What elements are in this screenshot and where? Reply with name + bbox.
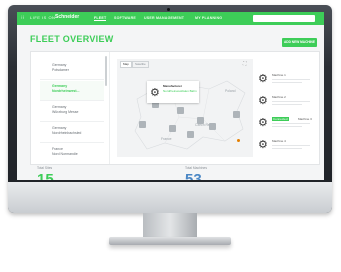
machine-item[interactable]: ⚙ Machine 4 bbox=[258, 138, 316, 155]
site-list-item[interactable]: France Nord Normandie bbox=[40, 144, 104, 163]
map-marker[interactable] bbox=[233, 111, 240, 118]
machine-item[interactable]: ⚙ Machine 1 bbox=[258, 72, 316, 89]
machine-item[interactable]: ⚙ Machine 2 bbox=[258, 94, 316, 111]
site-list: Germany Potsdamer Germany Nordrheinwest.… bbox=[31, 52, 110, 164]
site-country: Germany bbox=[52, 63, 67, 67]
tab-map[interactable]: Map bbox=[120, 61, 132, 68]
placeholder-line bbox=[272, 79, 310, 81]
placeholder-line bbox=[272, 104, 302, 106]
site-list-item-selected[interactable]: Germany Nordrheinwest... bbox=[40, 81, 104, 101]
placeholder-line bbox=[272, 123, 310, 125]
grid-icon[interactable]: ⁝⁝ bbox=[21, 15, 24, 21]
machine-list: ⚙ Machine 1 ⚙ Machine 2 ⚙ Connected Mach… bbox=[254, 52, 319, 164]
divider bbox=[30, 164, 318, 165]
webcam bbox=[167, 8, 170, 11]
map-popup[interactable]: ⚙ Manufacturer Nordrheinwestfalen Bahn bbox=[147, 81, 199, 103]
schneider-logo[interactable]: Schneider bbox=[55, 14, 79, 20]
map-label-france: France bbox=[161, 137, 172, 141]
gear-icon: ⚙ bbox=[258, 117, 268, 129]
total-sites-label: Total Sites bbox=[37, 166, 53, 170]
nav-user-management[interactable]: USER MANAGEMENT bbox=[144, 16, 184, 20]
map-marker[interactable] bbox=[139, 121, 146, 128]
monitor-chin bbox=[8, 182, 332, 213]
brand-text: LIFE IS ON bbox=[30, 15, 56, 20]
page-title: FLEET OVERVIEW bbox=[30, 34, 114, 44]
placeholder-line bbox=[272, 82, 302, 84]
site-list-item[interactable]: Germany Würzburg Messe bbox=[40, 102, 104, 122]
gear-icon: ⚙ bbox=[258, 139, 268, 151]
site-list-item[interactable]: Germany Nordrheinbachsled bbox=[40, 123, 104, 143]
monitor-stand-base bbox=[109, 237, 231, 245]
fleet-panel: Germany Potsdamer Germany Nordrheinwest.… bbox=[30, 51, 320, 165]
popup-subtitle: Nordrheinwestfalen Bahn bbox=[163, 89, 197, 93]
fullscreen-icon[interactable]: ⛶ bbox=[243, 61, 247, 67]
placeholder-line bbox=[272, 148, 302, 150]
gear-icon: ⚙ bbox=[258, 73, 268, 85]
machine-name: Machine 1 bbox=[272, 73, 286, 77]
scrollbar[interactable] bbox=[105, 56, 107, 86]
site-name: Nordrheinbachsled bbox=[52, 131, 82, 135]
map-marker[interactable] bbox=[187, 131, 194, 138]
placeholder-line bbox=[272, 101, 310, 103]
site-country: Germany bbox=[52, 105, 67, 109]
machine-name: Machine 3 bbox=[298, 117, 312, 121]
gear-icon: ⚙ bbox=[150, 87, 160, 99]
machine-name: Machine 4 bbox=[272, 139, 286, 143]
placeholder-line bbox=[272, 145, 310, 147]
total-machines-value: 53 bbox=[185, 171, 202, 180]
popup-title: Manufacturer bbox=[163, 84, 183, 88]
monitor-stand-neck bbox=[143, 213, 197, 239]
total-sites-value: 15 bbox=[37, 171, 54, 180]
map-view[interactable]: Map Satellite ⛶ Poland Czech Rep. France bbox=[117, 59, 253, 157]
map-marker[interactable] bbox=[197, 117, 204, 124]
site-name: Nord Normandie bbox=[52, 152, 78, 156]
map-outline bbox=[134, 80, 246, 150]
total-machines-label: Total Machines bbox=[185, 166, 207, 170]
nav-software[interactable]: SOFTWARE bbox=[114, 16, 136, 20]
app-screen: ⁝⁝ LIFE IS ON Schneider FLEET SOFTWARE U… bbox=[17, 12, 324, 180]
map-marker[interactable] bbox=[169, 125, 176, 132]
add-machine-button[interactable]: ADD NEW MACHINE bbox=[282, 38, 317, 47]
nav-my-planning[interactable]: MY PLANNING bbox=[195, 16, 222, 20]
site-country: Germany bbox=[52, 126, 67, 130]
top-nav-bar: ⁝⁝ LIFE IS ON Schneider FLEET SOFTWARE U… bbox=[17, 12, 324, 25]
map-label-poland: Poland bbox=[225, 89, 236, 93]
tab-satellite[interactable]: Satellite bbox=[132, 61, 149, 68]
gear-icon: ⚙ bbox=[258, 95, 268, 107]
machine-name: Machine 2 bbox=[272, 95, 286, 99]
site-name: Würzburg Messe bbox=[52, 110, 79, 114]
map-marker-alert[interactable] bbox=[237, 139, 240, 142]
map-marker[interactable] bbox=[209, 123, 216, 130]
nav-fleet[interactable]: FLEET bbox=[94, 16, 107, 21]
map-marker[interactable] bbox=[177, 107, 184, 114]
site-country: Germany bbox=[52, 84, 68, 88]
machine-item[interactable]: ⚙ Connected Machine 3 bbox=[258, 116, 316, 133]
site-name: Potsdamer bbox=[52, 68, 69, 72]
status-badge: Connected bbox=[272, 117, 289, 121]
search-input[interactable] bbox=[253, 15, 315, 22]
site-list-item[interactable]: Germany Potsdamer bbox=[40, 60, 104, 80]
placeholder-line bbox=[272, 126, 302, 128]
site-name: Nordrheinwest... bbox=[52, 89, 80, 93]
site-country: France bbox=[52, 147, 63, 151]
